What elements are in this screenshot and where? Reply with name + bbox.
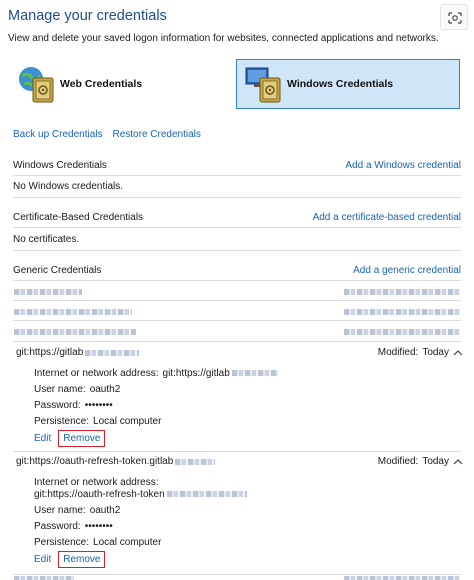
credential-name: git:https://gitlab — [16, 347, 84, 358]
add-windows-credential-link[interactable]: Add a Windows credential — [345, 160, 461, 171]
web-credentials-label: Web Credentials — [60, 78, 143, 90]
divider — [13, 197, 461, 198]
page-title: Manage your credentials — [8, 8, 167, 24]
address-value: git:https://oauth-refresh-token — [34, 489, 165, 500]
divider — [13, 451, 461, 452]
address-value-row: git:https://oauth-refresh-token — [34, 489, 247, 500]
backup-credentials-link[interactable]: Back up Credentials — [13, 129, 103, 140]
chevron-up-icon[interactable] — [453, 349, 463, 357]
edit-link[interactable]: Edit — [34, 433, 51, 444]
divider — [13, 250, 461, 251]
username-value: oauth2 — [89, 384, 121, 395]
persistence-value: Local computer — [93, 416, 162, 427]
address-value: git:https://gitlab — [162, 368, 230, 379]
address-row: Internet or network address: — [34, 477, 159, 488]
edit-link[interactable]: Edit — [34, 554, 51, 565]
redacted-text — [166, 491, 247, 498]
address-label: Internet or network address: — [34, 368, 159, 379]
credential-header[interactable]: git:https://oauth-refresh-token.gitlab M… — [16, 456, 463, 467]
divider — [13, 175, 461, 176]
persistence-value: Local computer — [93, 537, 162, 548]
username-row: User name: oauth2 — [34, 505, 120, 516]
username-label: User name: — [34, 384, 86, 395]
windows-credentials-section-header: Windows Credentials Add a Windows creden… — [13, 160, 461, 171]
password-row: Password: •••••••• — [34, 521, 113, 532]
username-label: User name: — [34, 505, 86, 516]
credential-actions: Edit Remove — [34, 430, 106, 447]
restore-credentials-link[interactable]: Restore Credentials — [113, 129, 201, 140]
windows-credentials-empty: No Windows credentials. — [13, 181, 124, 192]
certificate-credentials-section-header: Certificate-Based Credentials Add a cert… — [13, 212, 461, 223]
divider — [13, 341, 461, 342]
certificate-credentials-empty: No certificates. — [13, 234, 80, 245]
username-row: User name: oauth2 — [34, 384, 120, 395]
modified-label: Modified: — [377, 456, 419, 467]
divider — [13, 320, 461, 321]
snip-icon[interactable] — [440, 4, 468, 30]
persistence-label: Persistence: — [34, 537, 90, 548]
credential-header[interactable]: git:https://gitlab Modified: Today — [16, 347, 463, 358]
divider — [13, 280, 461, 281]
add-generic-credential-link[interactable]: Add a generic credential — [353, 265, 461, 276]
persistence-row: Persistence: Local computer — [34, 416, 161, 427]
redacted-text — [85, 349, 140, 356]
credential-name: git:https://oauth-refresh-token.gitlab — [16, 456, 174, 467]
modified-label: Modified: — [377, 347, 419, 358]
redacted-text — [175, 458, 216, 465]
redacted-credential-row[interactable] — [14, 289, 82, 295]
address-row: Internet or network address: git:https://… — [34, 368, 278, 379]
divider — [13, 227, 461, 228]
chevron-up-icon[interactable] — [453, 458, 463, 466]
redacted-credential-row[interactable] — [14, 576, 74, 580]
web-credentials-tile[interactable]: Web Credentials — [10, 59, 228, 109]
redacted-credential-row[interactable] — [344, 289, 460, 295]
password-value: •••••••• — [84, 521, 113, 532]
password-label: Password: — [34, 521, 81, 532]
section-title: Windows Credentials — [13, 160, 107, 171]
generic-credentials-section-header: Generic Credentials Add a generic creden… — [13, 265, 461, 276]
windows-credentials-label: Windows Credentials — [287, 78, 394, 90]
password-row: Password: •••••••• — [34, 400, 113, 411]
modified-value: Today — [422, 456, 449, 467]
web-credentials-vault-icon — [16, 64, 56, 104]
section-title: Generic Credentials — [13, 265, 102, 276]
redacted-credential-row[interactable] — [344, 309, 460, 315]
divider — [13, 300, 461, 301]
credential-actions: Edit Remove — [34, 551, 106, 568]
divider — [13, 574, 461, 575]
page-subtitle: View and delete your saved logon informa… — [8, 33, 439, 44]
add-certificate-credential-link[interactable]: Add a certificate-based credential — [313, 212, 461, 223]
redacted-credential-row[interactable] — [344, 576, 460, 580]
redacted-credential-row[interactable] — [14, 329, 136, 335]
redacted-text — [231, 370, 278, 377]
section-title: Certificate-Based Credentials — [13, 212, 144, 223]
modified-value: Today — [422, 347, 449, 358]
redacted-credential-row[interactable] — [344, 329, 460, 335]
username-value: oauth2 — [89, 505, 121, 516]
address-label: Internet or network address: — [34, 477, 159, 488]
remove-link[interactable]: Remove — [58, 551, 106, 568]
persistence-row: Persistence: Local computer — [34, 537, 161, 548]
windows-credentials-tile[interactable]: Windows Credentials — [236, 59, 460, 109]
remove-link[interactable]: Remove — [58, 430, 106, 447]
redacted-credential-row[interactable] — [14, 309, 132, 315]
password-label: Password: — [34, 400, 81, 411]
windows-credentials-vault-icon — [243, 64, 283, 104]
persistence-label: Persistence: — [34, 416, 90, 427]
password-value: •••••••• — [84, 400, 113, 411]
